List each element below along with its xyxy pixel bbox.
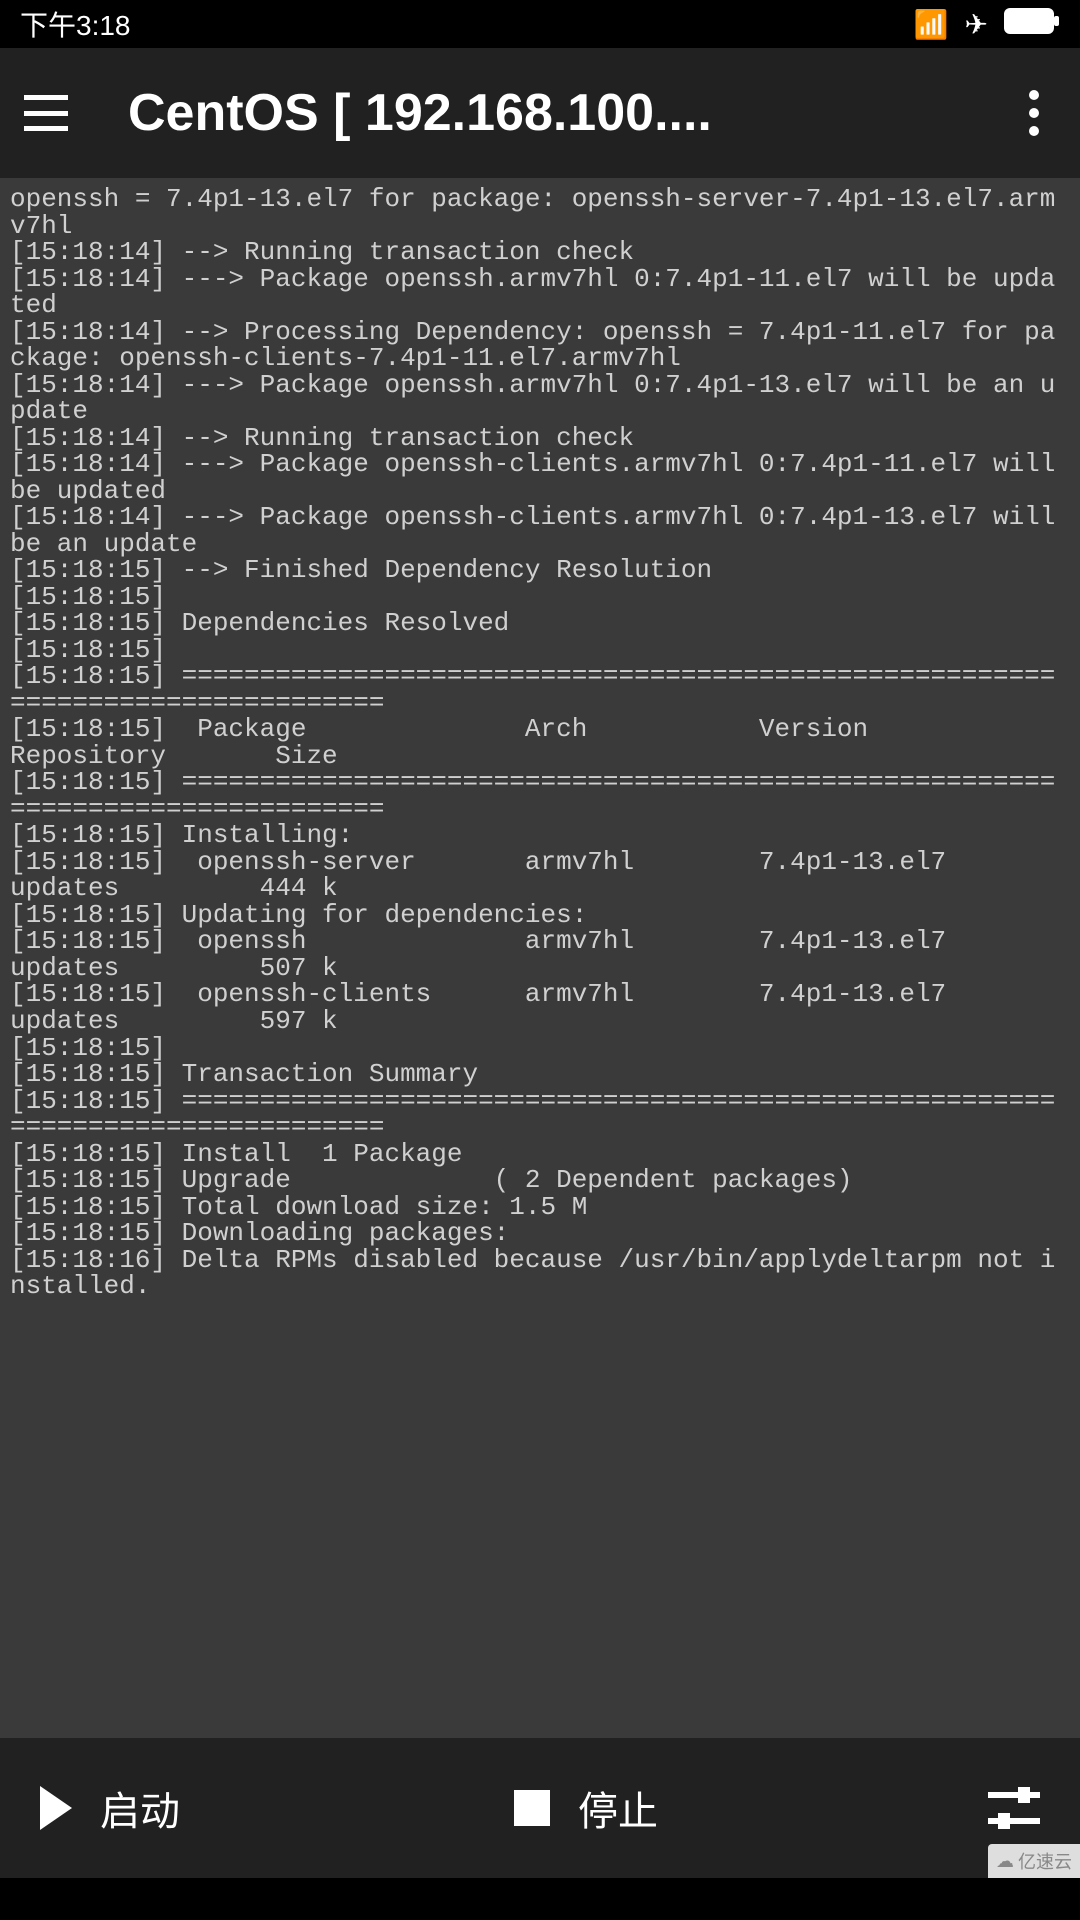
airplane-icon: ✈ — [965, 8, 988, 41]
stop-label: 停止 — [578, 1779, 658, 1837]
menu-icon[interactable] — [24, 95, 68, 131]
play-icon — [40, 1786, 72, 1830]
wifi-icon: 📶 — [914, 8, 949, 41]
stop-icon — [514, 1790, 550, 1826]
battery-icon — [1004, 8, 1060, 41]
more-options-icon[interactable] — [1012, 90, 1056, 136]
status-icons: 📶 ✈ — [914, 8, 1060, 41]
settings-button[interactable] — [988, 1782, 1040, 1834]
app-bar: CentOS [ 192.168.100.... — [0, 48, 1080, 178]
status-bar: 下午3:18 📶 ✈ — [0, 0, 1080, 48]
cloud-icon: ☁ — [996, 1851, 1014, 1872]
stop-button[interactable]: 停止 — [514, 1779, 948, 1837]
terminal-output[interactable]: openssh = 7.4p1-13.el7 for package: open… — [0, 178, 1080, 1738]
watermark: ☁ 亿速云 — [988, 1844, 1080, 1878]
bottom-toolbar: 启动 停止 ☁ 亿速云 — [0, 1738, 1080, 1878]
watermark-text: 亿速云 — [1018, 1848, 1072, 1874]
status-time: 下午3:18 — [20, 4, 131, 44]
start-button[interactable]: 启动 — [40, 1779, 474, 1837]
page-title: CentOS [ 192.168.100.... — [128, 83, 1012, 143]
sliders-icon — [988, 1782, 1040, 1834]
start-label: 启动 — [100, 1779, 180, 1837]
